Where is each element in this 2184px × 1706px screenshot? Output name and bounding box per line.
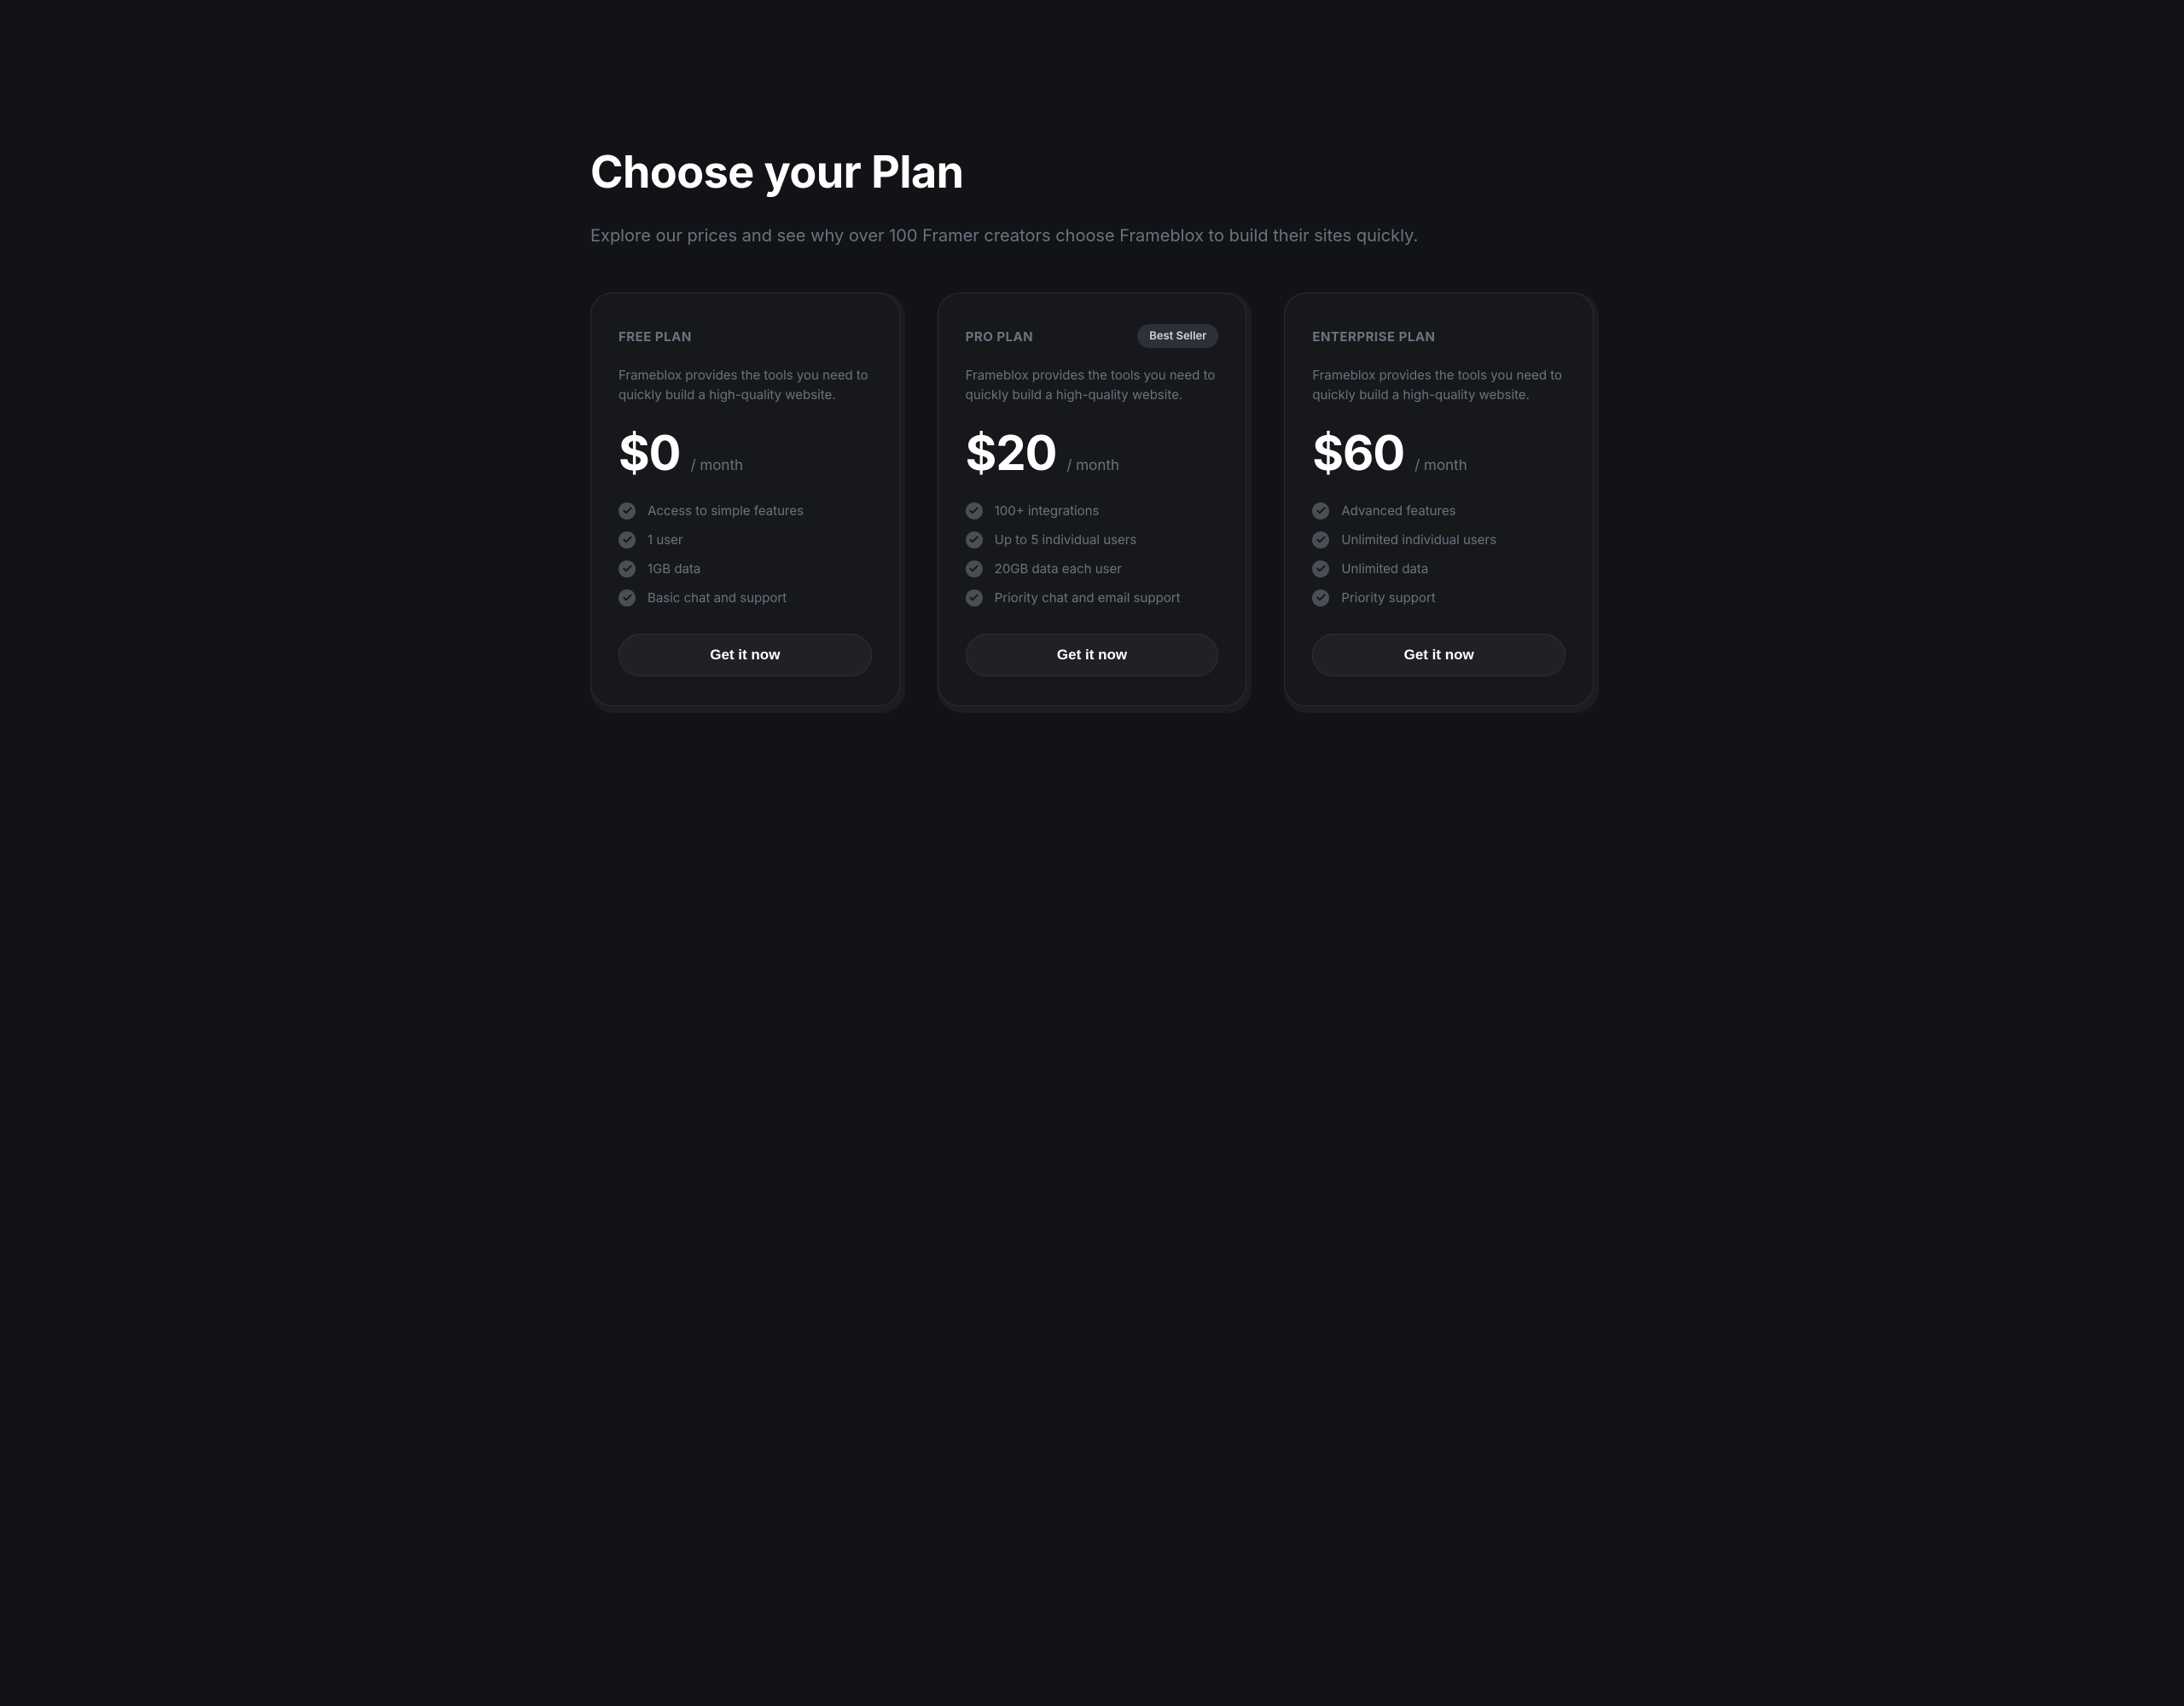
feature-item: Unlimited individual users — [1312, 531, 1565, 548]
check-icon — [619, 502, 636, 519]
price-row: $20 / month — [966, 429, 1219, 477]
check-icon — [1312, 560, 1329, 577]
feature-item: Unlimited data — [1312, 560, 1565, 577]
feature-text: 1 user — [648, 531, 683, 548]
best-seller-badge: Best Seller — [1137, 324, 1218, 348]
feature-list: Access to simple features 1 user 1GB dat… — [619, 502, 872, 606]
plan-name: ENTERPRISE PLAN — [1312, 328, 1435, 345]
feature-list: 100+ integrations Up to 5 individual use… — [966, 502, 1219, 606]
check-icon — [1312, 502, 1329, 519]
feature-item: 1GB data — [619, 560, 872, 577]
feature-item: 1 user — [619, 531, 872, 548]
plan-price: $0 — [619, 429, 680, 477]
feature-item: 100+ integrations — [966, 502, 1219, 519]
plan-name: PRO PLAN — [966, 328, 1034, 345]
check-icon — [619, 531, 636, 548]
plan-price: $20 — [966, 429, 1057, 477]
price-row: $60 / month — [1312, 429, 1565, 477]
feature-text: Access to simple features — [648, 502, 804, 519]
plan-interval: / month — [690, 457, 743, 474]
feature-text: 20GB data each user — [995, 560, 1122, 577]
pricing-page: Choose your Plan Explore our prices and … — [546, 0, 1638, 809]
check-icon — [966, 531, 983, 548]
feature-item: Access to simple features — [619, 502, 872, 519]
page-title: Choose your Plan — [590, 145, 1594, 199]
check-icon — [966, 589, 983, 606]
plan-header: ENTERPRISE PLAN — [1312, 324, 1565, 348]
check-icon — [1312, 589, 1329, 606]
check-icon — [966, 560, 983, 577]
plan-card-free: FREE PLAN Frameblox provides the tools y… — [590, 293, 900, 706]
feature-item: Priority chat and email support — [966, 589, 1219, 606]
check-icon — [619, 589, 636, 606]
check-icon — [1312, 531, 1329, 548]
plans-row: FREE PLAN Frameblox provides the tools y… — [590, 293, 1594, 706]
check-icon — [966, 502, 983, 519]
feature-item: Up to 5 individual users — [966, 531, 1219, 548]
get-it-now-button[interactable]: Get it now — [966, 634, 1219, 676]
check-icon — [619, 560, 636, 577]
page-subtitle: Explore our prices and see why over 100 … — [590, 223, 1594, 248]
feature-item: 20GB data each user — [966, 560, 1219, 577]
price-row: $0 / month — [619, 429, 872, 477]
plan-name: FREE PLAN — [619, 328, 692, 345]
plan-header: FREE PLAN — [619, 324, 872, 348]
feature-text: Priority support — [1341, 589, 1435, 606]
feature-text: Priority chat and email support — [995, 589, 1181, 606]
feature-text: Advanced features — [1341, 502, 1455, 519]
feature-list: Advanced features Unlimited individual u… — [1312, 502, 1565, 606]
plan-price: $60 — [1312, 429, 1404, 477]
feature-text: Basic chat and support — [648, 589, 787, 606]
get-it-now-button[interactable]: Get it now — [1312, 634, 1565, 676]
plan-interval: / month — [1066, 457, 1119, 474]
get-it-now-button[interactable]: Get it now — [619, 634, 872, 676]
plan-description: Frameblox provides the tools you need to… — [1312, 365, 1565, 405]
plan-card-enterprise: ENTERPRISE PLAN Frameblox provides the t… — [1284, 293, 1594, 706]
feature-text: Unlimited individual users — [1341, 531, 1496, 548]
feature-item: Priority support — [1312, 589, 1565, 606]
feature-text: Up to 5 individual users — [995, 531, 1137, 548]
feature-text: 100+ integrations — [995, 502, 1100, 519]
plan-description: Frameblox provides the tools you need to… — [966, 365, 1219, 405]
feature-text: Unlimited data — [1341, 560, 1428, 577]
plan-card: ENTERPRISE PLAN Frameblox provides the t… — [1284, 293, 1594, 706]
plan-card: FREE PLAN Frameblox provides the tools y… — [590, 293, 900, 706]
plan-interval: / month — [1414, 457, 1467, 474]
feature-item: Basic chat and support — [619, 589, 872, 606]
plan-card-pro: PRO PLAN Best Seller Frameblox provides … — [938, 293, 1247, 706]
plan-description: Frameblox provides the tools you need to… — [619, 365, 872, 405]
feature-text: 1GB data — [648, 560, 700, 577]
feature-item: Advanced features — [1312, 502, 1565, 519]
plan-card: PRO PLAN Best Seller Frameblox provides … — [938, 293, 1247, 706]
plan-header: PRO PLAN Best Seller — [966, 324, 1219, 348]
